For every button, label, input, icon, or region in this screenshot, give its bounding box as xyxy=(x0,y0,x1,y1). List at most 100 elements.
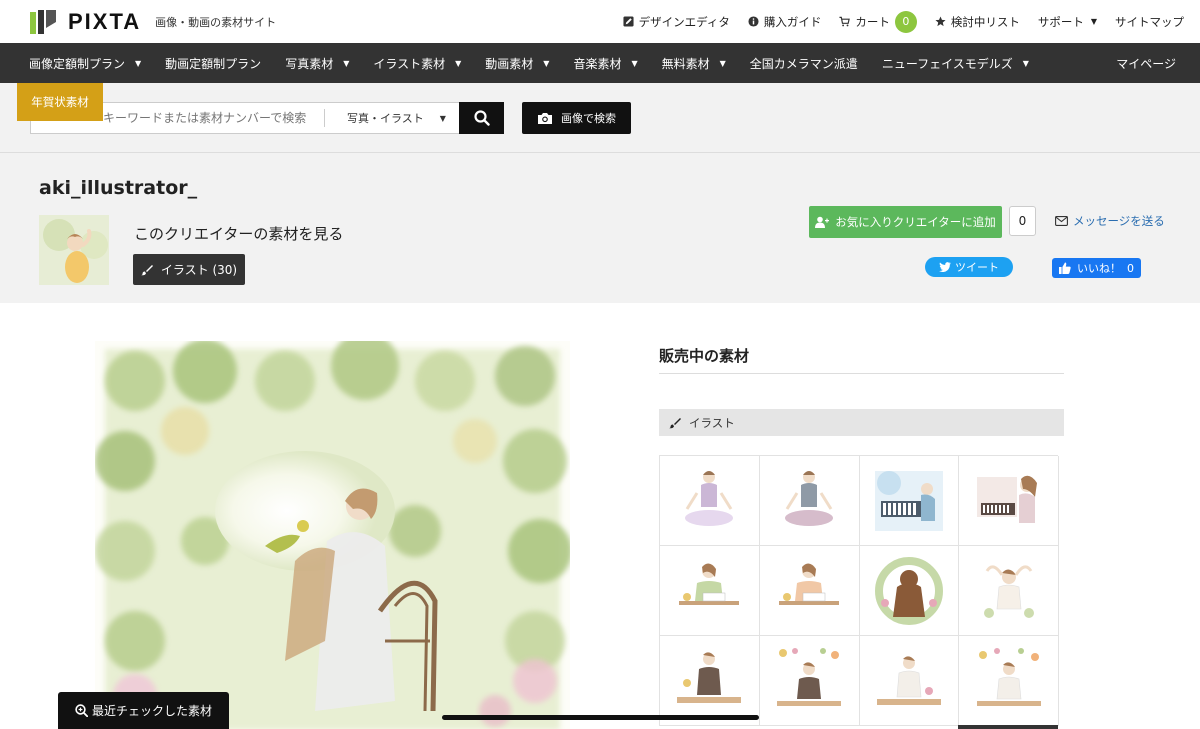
design-editor-label: デザインエディタ xyxy=(638,14,730,29)
purchase-guide-label: 購入ガイド xyxy=(763,14,822,29)
thumbnail[interactable] xyxy=(859,546,960,636)
wishlist-link[interactable]: 検討中リスト xyxy=(935,14,1020,30)
top-header: PIXTA 画像・動画の素材サイト デザインエディタ 購入ガイド カート 0 検… xyxy=(0,0,1200,43)
thumb-stretch-woman xyxy=(983,564,1034,618)
recently-viewed-label: 最近チェックした素材 xyxy=(91,704,212,718)
nav-item-free[interactable]: 無料素材 ▼ xyxy=(662,55,726,72)
search-button[interactable] xyxy=(459,102,504,134)
featured-illustration-art xyxy=(95,341,570,729)
logo-text: PIXTA xyxy=(68,8,142,34)
creator-avatar[interactable] xyxy=(39,215,109,285)
thumbnail[interactable] xyxy=(859,456,960,546)
caret-down-icon: ▼ xyxy=(135,58,142,68)
info-icon xyxy=(748,16,759,27)
main-nav: 画像定額制プラン ▼ 動画定額制プラン 写真素材 ▼ イラスト素材 ▼ 動画素材 ▼ 音… xyxy=(0,43,1200,83)
cart-label: カート xyxy=(855,14,890,29)
mypage-link[interactable]: マイページ xyxy=(1116,43,1176,83)
nav-item-music[interactable]: 音楽素材 ▼ xyxy=(573,55,637,72)
design-editor-link[interactable]: デザインエディタ xyxy=(623,14,730,30)
nav-item-photo[interactable]: 写真素材 ▼ xyxy=(285,55,349,72)
search-category-select[interactable]: 写真・イラスト ▼ xyxy=(324,109,459,127)
sitemap-link[interactable]: サイトマップ xyxy=(1115,14,1184,30)
thumb-piano-woman xyxy=(976,475,1037,523)
nav-label: ニューフェイスモデルズ xyxy=(881,56,1013,71)
caret-down-icon: ▼ xyxy=(455,58,462,68)
nenga-label: 年賀状素材 xyxy=(31,95,89,109)
nenga-tab[interactable]: 年賀状素材 xyxy=(17,83,103,121)
pixta-logo[interactable]: PIXTA xyxy=(28,8,141,36)
thumb-desk-woman-2 xyxy=(779,562,840,605)
caret-down-icon: ▼ xyxy=(1090,17,1097,26)
star-icon xyxy=(935,16,946,27)
section-title: 販売中の素材 xyxy=(659,347,750,365)
thumbnail-overlay xyxy=(958,725,1058,729)
cart-link[interactable]: カート 0 xyxy=(839,10,917,33)
purchase-guide-link[interactable]: 購入ガイド xyxy=(748,14,822,30)
main-content: 販売中の素材 イラスト xyxy=(0,303,1200,729)
illustration-count-label: イラスト (30) xyxy=(160,263,238,277)
thumbnail[interactable] xyxy=(759,636,860,726)
thumbnail-grid xyxy=(659,455,1059,726)
thumbnail[interactable] xyxy=(959,636,1059,726)
search-area: 年賀状素材 写真・イラスト ▼ 画像で検索 xyxy=(0,83,1200,152)
thumb-cooking-4 xyxy=(976,647,1041,706)
add-favorite-creator-button[interactable]: お気に入りクリエイターに追加 xyxy=(809,206,1002,238)
mypage-label: マイページ xyxy=(1116,56,1176,71)
thumbnail[interactable] xyxy=(759,456,860,546)
support-label: サポート xyxy=(1037,14,1084,29)
thumb-yoga-woman-1 xyxy=(685,470,734,526)
caret-down-icon: ▼ xyxy=(1022,58,1029,68)
category-bar-illustration[interactable]: イラスト xyxy=(659,409,1064,436)
tweet-button[interactable]: ツイート xyxy=(925,257,1013,277)
site-tagline: 画像・動画の素材サイト xyxy=(155,15,277,29)
search-category-value: 写真・イラスト xyxy=(347,112,424,125)
support-menu[interactable]: サポート ▼ xyxy=(1038,14,1097,30)
category-label: イラスト xyxy=(689,415,735,430)
thumb-cooking-3 xyxy=(876,655,941,705)
nav-label: 無料素材 xyxy=(661,56,710,71)
creator-name: aki_illustrator_ xyxy=(39,177,198,199)
pixta-logo-icon xyxy=(30,9,56,34)
nav-item-illustration[interactable]: イラスト素材 ▼ xyxy=(373,55,461,72)
thumbnail[interactable] xyxy=(759,546,860,636)
like-count: 0 xyxy=(1127,261,1134,275)
image-search-button[interactable]: 画像で検索 xyxy=(522,102,631,134)
featured-illustration[interactable] xyxy=(95,341,570,729)
thumb-flower-wreath xyxy=(874,556,943,625)
search-icon xyxy=(473,110,490,126)
user-plus-icon xyxy=(815,216,830,228)
thumbnail[interactable] xyxy=(660,636,760,726)
section-divider xyxy=(659,373,1064,374)
nav-label: 画像定額制プラン xyxy=(29,56,126,71)
sitemap-label: サイトマップ xyxy=(1115,14,1184,29)
image-search-label: 画像で検索 xyxy=(561,112,616,125)
twitter-bird-icon xyxy=(939,262,951,272)
nav-item-image-subscription[interactable]: 画像定額制プラン ▼ xyxy=(29,55,141,72)
thumb-piano-blue xyxy=(874,470,943,531)
nav-item-video-subscription[interactable]: 動画定額制プラン xyxy=(165,55,261,72)
illustration-count-button[interactable]: イラスト (30) xyxy=(133,254,245,285)
thumbnail[interactable] xyxy=(959,546,1059,636)
home-indicator[interactable] xyxy=(442,715,759,720)
nav-item-photographer[interactable]: 全国カメラマン派遣 xyxy=(750,55,858,72)
caret-down-icon: ▼ xyxy=(543,58,550,68)
avatar-illustration xyxy=(39,215,109,285)
thumbnail[interactable] xyxy=(859,636,960,726)
thumbnail[interactable] xyxy=(660,546,760,636)
nav-item-new-face-models[interactable]: ニューフェイスモデルズ ▼ xyxy=(882,55,1029,72)
add-favorite-label: お気に入りクリエイターに追加 xyxy=(835,215,996,229)
facebook-like-button[interactable]: いいね！ 0 xyxy=(1052,258,1141,278)
nav-item-video[interactable]: 動画素材 ▼ xyxy=(485,55,549,72)
nav-label: 写真素材 xyxy=(285,56,334,71)
like-label: いいね！ xyxy=(1077,262,1121,275)
nav-label: 動画定額制プラン xyxy=(165,56,262,71)
thumbnail[interactable] xyxy=(959,456,1059,546)
nav-label: イラスト素材 xyxy=(373,56,446,71)
send-message-link[interactable]: メッセージを送る xyxy=(1055,213,1165,229)
thumbs-up-icon xyxy=(1059,262,1071,274)
edit-icon xyxy=(623,16,634,27)
caret-down-icon: ▼ xyxy=(631,58,638,68)
thumb-cooking-1 xyxy=(677,651,742,703)
recently-viewed-button[interactable]: 最近チェックした素材 xyxy=(58,692,229,729)
thumbnail[interactable] xyxy=(660,456,760,546)
